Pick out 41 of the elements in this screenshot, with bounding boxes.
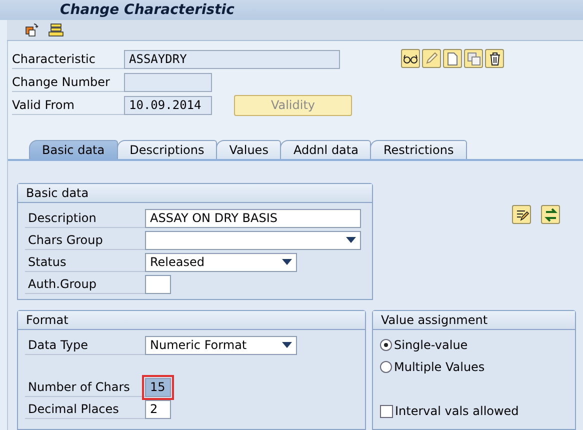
swap-arrows-icon xyxy=(544,208,558,222)
page-icon-button[interactable] xyxy=(443,49,462,68)
input-field[interactable]: 2 xyxy=(145,400,171,418)
tab[interactable]: Basic data xyxy=(29,140,118,159)
input-field[interactable]: ASSAYDRY xyxy=(124,50,340,68)
dropdown-caret-icon xyxy=(282,342,292,348)
window-title: Change Characteristic xyxy=(60,0,234,20)
tab[interactable]: Addnl data xyxy=(280,140,372,159)
tab[interactable]: Restrictions xyxy=(370,140,467,159)
checkbox[interactable] xyxy=(380,404,393,418)
radio-label: Multiple Values xyxy=(394,359,485,376)
group-title: Value assignment xyxy=(373,311,575,330)
trash-icon xyxy=(488,52,500,66)
other-object-icon[interactable] xyxy=(25,23,39,37)
edit-list-icon xyxy=(514,208,528,222)
tab[interactable]: Descriptions xyxy=(116,140,218,159)
dropdown-field[interactable]: Released xyxy=(145,252,297,272)
dropdown-field[interactable] xyxy=(145,230,361,250)
input-field[interactable]: 10.09.2014 xyxy=(124,96,212,114)
stack-icon[interactable] xyxy=(48,23,64,37)
input-field[interactable]: ASSAY ON DRY BASIS xyxy=(145,208,361,228)
input-field[interactable] xyxy=(145,274,171,294)
pencil-icon xyxy=(425,52,438,65)
copy-icon xyxy=(466,52,480,66)
radio-button[interactable] xyxy=(380,361,392,373)
checkbox-label: Interval vals allowed xyxy=(395,403,519,420)
edit-list-icon-button[interactable] xyxy=(512,205,531,224)
group-title: Basic data xyxy=(18,184,372,203)
trash-icon-button[interactable] xyxy=(485,49,504,68)
dropdown-caret-icon xyxy=(346,237,356,243)
glasses-icon xyxy=(403,54,418,64)
radio-button[interactable] xyxy=(380,339,392,351)
dropdown-caret-icon xyxy=(282,259,292,265)
glasses-icon-button[interactable] xyxy=(401,49,420,68)
swap-arrows-icon-button[interactable] xyxy=(541,205,560,224)
page-icon xyxy=(447,52,458,66)
tab[interactable]: Values xyxy=(216,140,282,159)
dropdown-field[interactable]: Numeric Format xyxy=(145,336,297,354)
input-field[interactable] xyxy=(124,72,212,92)
group-title: Format xyxy=(18,311,365,330)
radio-label: Single-value xyxy=(394,337,468,354)
